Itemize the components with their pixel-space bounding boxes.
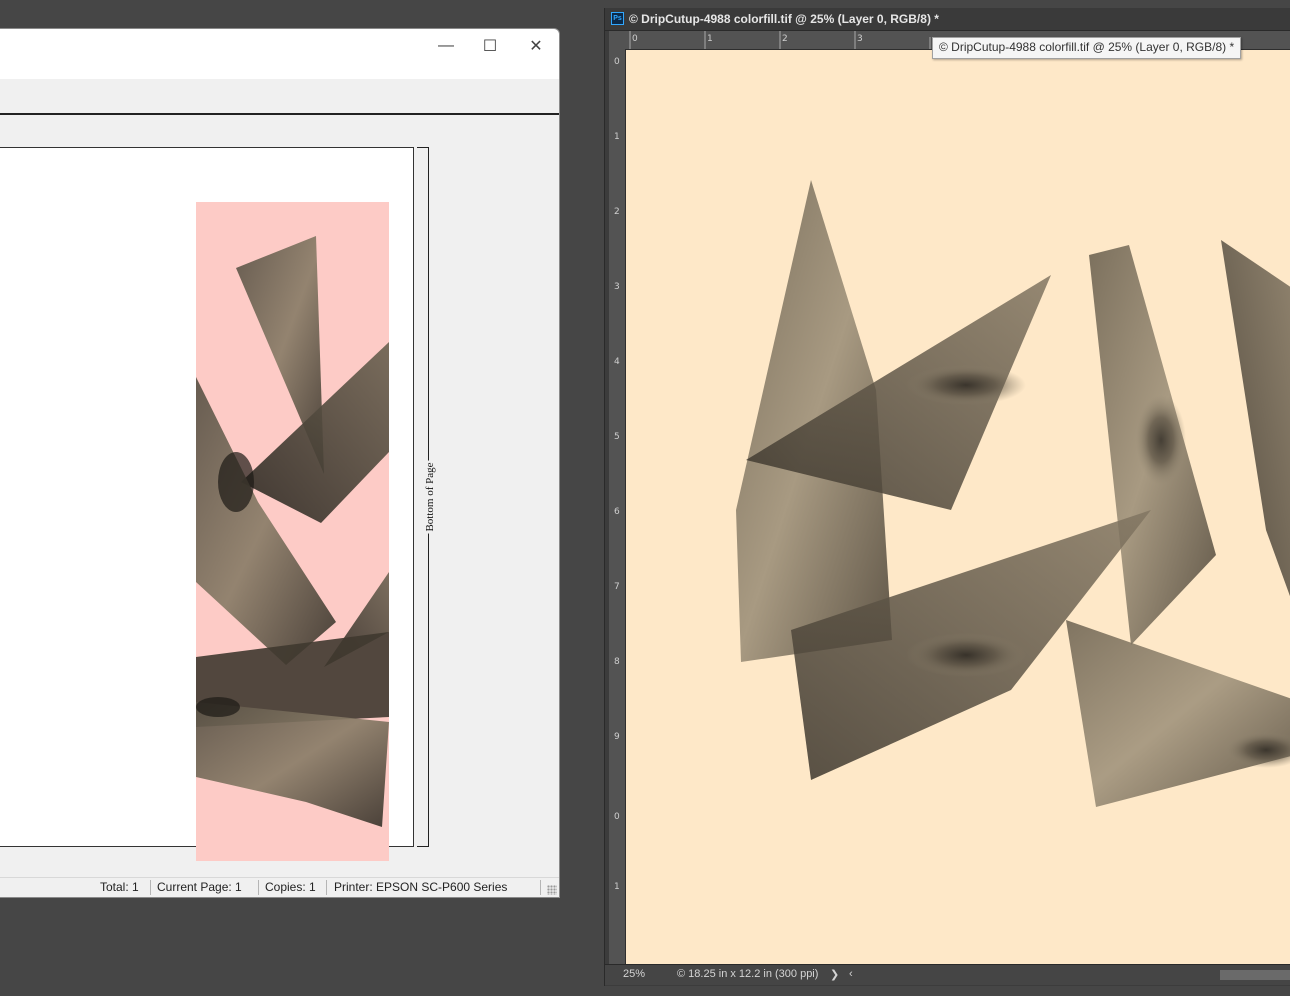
total-pages: Total: 1 [100, 880, 139, 894]
horizontal-scrollbar[interactable] [1220, 970, 1290, 980]
document-tab[interactable]: Ps © DripCutup-4988 colorfill.tif @ 25% … [605, 8, 1290, 31]
document-title: © DripCutup-4988 colorfill.tif @ 25% (La… [629, 12, 939, 26]
document-title-tooltip: © DripCutup-4988 colorfill.tif @ 25% (La… [932, 37, 1242, 59]
status-bar: Total: 1 Current Page: 1 Copies: 1 Print… [0, 877, 559, 897]
print-image-thumbnail [196, 202, 389, 861]
ruler-origin[interactable] [609, 31, 625, 49]
document-dimensions[interactable]: © 18.25 in x 12.2 in (300 ppi) [677, 968, 818, 980]
next-arrow-icon[interactable]: ❯ [830, 968, 839, 981]
maximize-button[interactable]: ☐ [470, 33, 510, 59]
title-bar: — ☐ ✕ [0, 29, 559, 80]
ruler-h-tick-label: 1 [707, 34, 713, 44]
cutup-artwork-canvas [736, 180, 1290, 807]
ruler-v-tick-label: 0 [614, 812, 620, 822]
ruler-v-tick-label: 7 [614, 582, 620, 592]
ruler-v-tick-label: 3 [614, 282, 620, 292]
copies-count: Copies: 1 [265, 880, 316, 894]
ruler-v-tick-label: 6 [614, 507, 620, 517]
ruler-v-tick-label: 8 [614, 657, 620, 667]
ruler-h-tick-label: 3 [857, 34, 863, 44]
printer-name: Printer: EPSON SC-P600 Series [334, 880, 508, 894]
ruler-v-tick-label: 5 [614, 432, 620, 442]
minimize-button[interactable]: — [426, 33, 466, 59]
ruler-v-tick-label: 1 [614, 882, 620, 892]
ruler-v-tick-label: 9 [614, 732, 620, 742]
bottom-of-page-label: Bottom of Page [424, 460, 436, 534]
close-button[interactable]: ✕ [516, 33, 556, 59]
toolbar [0, 79, 559, 115]
document-canvas[interactable] [626, 50, 1290, 966]
resize-grip-icon[interactable] [547, 885, 557, 895]
ruler-v-tick-label: 1 [614, 132, 620, 142]
ruler-v-tick-label: 4 [614, 357, 620, 367]
ruler-h-tick-label: 2 [782, 34, 788, 44]
zoom-level[interactable]: 25% [623, 968, 645, 980]
print-preview-window: — ☐ ✕ Bottom of Page Total: 1 Current Pa… [0, 28, 560, 898]
scroll-left-icon[interactable]: ‹ [849, 968, 853, 980]
vertical-ruler[interactable]: 0 1 2 3 4 5 6 7 8 9 0 1 [609, 49, 626, 966]
ruler-v-tick-label: 0 [614, 57, 620, 67]
preview-page [0, 147, 414, 861]
document-status-bar: 25% © 18.25 in x 12.2 in (300 ppi) ❯ ‹ [605, 964, 1290, 985]
current-page: Current Page: 1 [157, 880, 242, 894]
photoshop-document-window: Ps © DripCutup-4988 colorfill.tif @ 25% … [604, 8, 1290, 986]
cutup-artwork-print [196, 236, 389, 827]
ruler-v-tick-label: 2 [614, 207, 620, 217]
preview-area: Bottom of Page [0, 115, 559, 879]
ruler-h-tick-label: 0 [632, 34, 638, 44]
photoshop-icon: Ps [611, 12, 624, 25]
